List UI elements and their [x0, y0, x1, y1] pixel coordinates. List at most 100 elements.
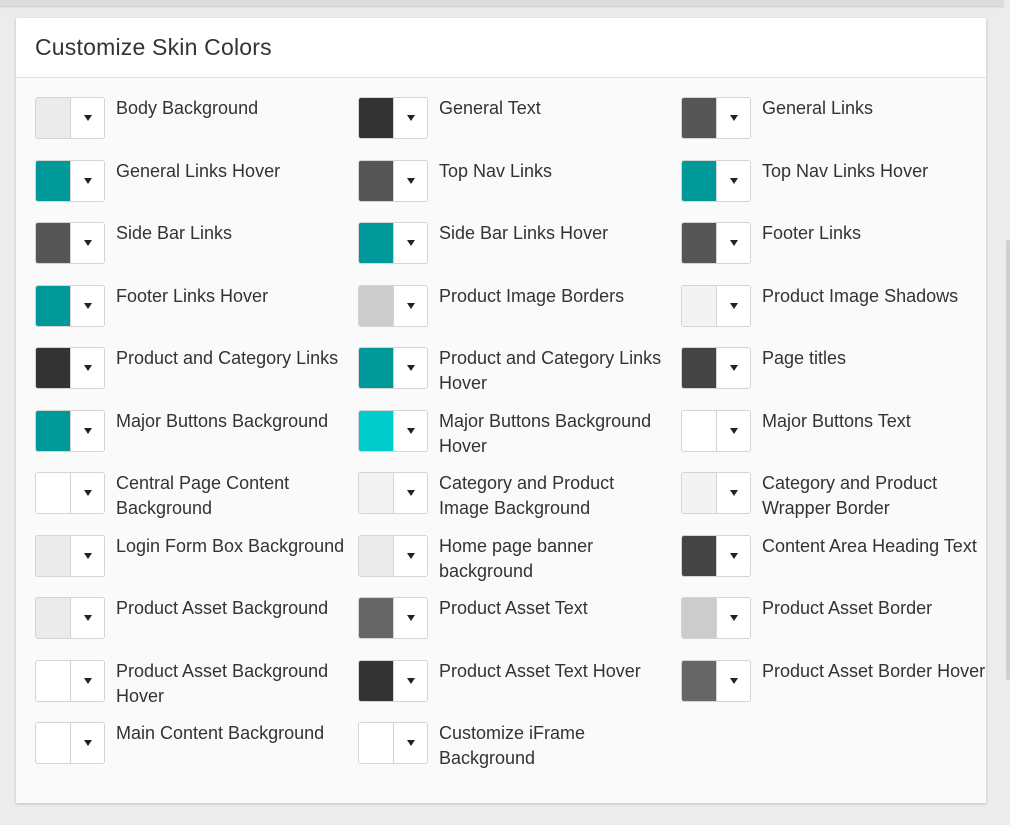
dropdown-toggle[interactable] [716, 285, 750, 326]
color-swatch[interactable] [36, 98, 70, 138]
color-picker-button[interactable] [35, 347, 105, 389]
dropdown-toggle[interactable] [70, 285, 104, 326]
color-swatch[interactable] [359, 660, 393, 701]
dropdown-toggle[interactable] [393, 660, 427, 701]
color-swatch[interactable] [682, 223, 716, 263]
color-setting: Side Bar Links [35, 222, 355, 282]
dropdown-toggle[interactable] [70, 473, 104, 513]
color-picker-button[interactable] [358, 472, 428, 514]
dropdown-toggle[interactable] [716, 660, 750, 701]
color-picker-button[interactable] [681, 659, 751, 702]
color-picker-button[interactable] [681, 159, 751, 202]
dropdown-toggle[interactable] [70, 723, 104, 763]
color-setting-label: Product Asset Text Hover [439, 660, 641, 681]
dropdown-toggle[interactable] [716, 598, 750, 638]
color-swatch[interactable] [359, 410, 393, 451]
color-swatch[interactable] [682, 598, 716, 638]
color-picker-button[interactable] [35, 97, 105, 139]
dropdown-toggle[interactable] [393, 223, 427, 263]
color-swatch[interactable] [682, 348, 716, 388]
dropdown-toggle[interactable] [70, 660, 104, 701]
dropdown-toggle[interactable] [70, 160, 104, 201]
color-picker-button[interactable] [681, 97, 751, 139]
dropdown-toggle[interactable] [70, 598, 104, 638]
dropdown-toggle[interactable] [393, 473, 427, 513]
color-picker-button[interactable] [681, 222, 751, 264]
color-swatch[interactable] [36, 348, 70, 388]
color-swatch[interactable] [682, 660, 716, 701]
color-swatch[interactable] [36, 723, 70, 763]
dropdown-toggle[interactable] [393, 285, 427, 326]
color-picker-button[interactable] [358, 534, 428, 577]
color-picker-button[interactable] [681, 534, 751, 577]
color-swatch[interactable] [36, 285, 70, 326]
color-picker-button[interactable] [681, 472, 751, 514]
color-picker-button[interactable] [358, 659, 428, 702]
color-swatch[interactable] [36, 535, 70, 576]
color-picker-button[interactable] [35, 472, 105, 514]
color-picker-button[interactable] [35, 597, 105, 639]
dropdown-toggle[interactable] [393, 98, 427, 138]
dropdown-toggle[interactable] [70, 223, 104, 263]
color-swatch[interactable] [682, 160, 716, 201]
color-swatch[interactable] [36, 223, 70, 263]
color-swatch[interactable] [36, 160, 70, 201]
dropdown-toggle[interactable] [393, 535, 427, 576]
dropdown-toggle[interactable] [393, 723, 427, 763]
color-swatch[interactable] [682, 535, 716, 576]
color-picker-button[interactable] [35, 284, 105, 327]
scrollbar-thumb[interactable] [1006, 240, 1010, 680]
dropdown-toggle[interactable] [716, 160, 750, 201]
color-picker-button[interactable] [35, 722, 105, 764]
color-swatch[interactable] [682, 410, 716, 451]
color-picker-button[interactable] [35, 409, 105, 452]
color-swatch[interactable] [359, 535, 393, 576]
color-swatch[interactable] [359, 223, 393, 263]
dropdown-toggle[interactable] [716, 223, 750, 263]
color-swatch[interactable] [359, 160, 393, 201]
color-swatch[interactable] [359, 348, 393, 388]
dropdown-toggle[interactable] [716, 535, 750, 576]
color-picker-button[interactable] [681, 347, 751, 389]
color-swatch[interactable] [359, 98, 393, 138]
color-picker-button[interactable] [358, 97, 428, 139]
dropdown-toggle[interactable] [393, 160, 427, 201]
color-swatch[interactable] [359, 473, 393, 513]
color-picker-button[interactable] [681, 409, 751, 452]
color-picker-button[interactable] [35, 222, 105, 264]
dropdown-toggle[interactable] [716, 98, 750, 138]
color-picker-button[interactable] [358, 409, 428, 452]
color-swatch[interactable] [682, 473, 716, 513]
dropdown-toggle[interactable] [393, 598, 427, 638]
color-swatch[interactable] [359, 723, 393, 763]
color-picker-button[interactable] [358, 722, 428, 764]
color-swatch[interactable] [359, 598, 393, 638]
color-picker-button[interactable] [358, 347, 428, 389]
color-swatch[interactable] [36, 473, 70, 513]
dropdown-toggle[interactable] [716, 348, 750, 388]
color-picker-button[interactable] [358, 597, 428, 639]
dropdown-toggle[interactable] [716, 410, 750, 451]
dropdown-toggle[interactable] [393, 410, 427, 451]
color-picker-button[interactable] [681, 284, 751, 327]
color-swatch[interactable] [36, 660, 70, 701]
dropdown-toggle[interactable] [70, 535, 104, 576]
color-swatch[interactable] [36, 598, 70, 638]
dropdown-toggle[interactable] [70, 98, 104, 138]
color-picker-button[interactable] [358, 222, 428, 264]
color-swatch[interactable] [682, 98, 716, 138]
color-swatch[interactable] [682, 285, 716, 326]
color-picker-button[interactable] [358, 159, 428, 202]
color-swatch[interactable] [359, 285, 393, 326]
dropdown-toggle[interactable] [716, 473, 750, 513]
caret-down-icon [83, 240, 92, 246]
dropdown-toggle[interactable] [393, 348, 427, 388]
color-picker-button[interactable] [681, 597, 751, 639]
color-picker-button[interactable] [35, 534, 105, 577]
color-picker-button[interactable] [35, 159, 105, 202]
dropdown-toggle[interactable] [70, 410, 104, 451]
color-swatch[interactable] [36, 410, 70, 451]
dropdown-toggle[interactable] [70, 348, 104, 388]
color-picker-button[interactable] [35, 659, 105, 702]
color-picker-button[interactable] [358, 284, 428, 327]
